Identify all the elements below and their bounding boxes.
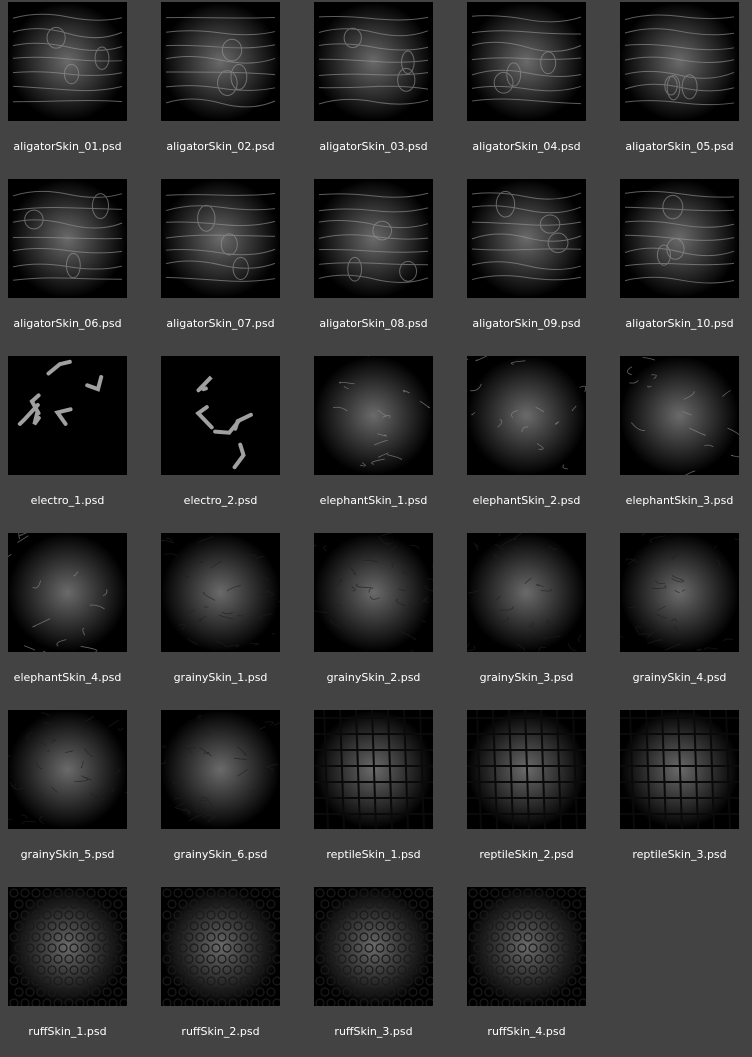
file-item[interactable]: grainySkin_3.psd [459,531,612,708]
texture-thumbnail-icon[interactable] [314,179,433,298]
file-item[interactable]: aligatorSkin_07.psd [153,177,306,354]
file-item[interactable]: reptileSkin_3.psd [612,708,752,885]
file-item[interactable]: reptileSkin_1.psd [306,708,459,885]
file-item[interactable]: aligatorSkin_10.psd [612,177,752,354]
file-name-label: ruffSkin_2.psd [181,1025,260,1038]
file-name-label: grainySkin_3.psd [479,671,574,684]
file-item[interactable]: ruffSkin_1.psd [0,885,153,1057]
file-item[interactable]: aligatorSkin_02.psd [153,0,306,177]
file-item[interactable]: aligatorSkin_06.psd [0,177,153,354]
file-name-label: aligatorSkin_04.psd [472,140,581,153]
file-name-label: aligatorSkin_10.psd [625,317,734,330]
texture-thumbnail-icon[interactable] [161,2,280,121]
file-name-label: grainySkin_4.psd [632,671,727,684]
texture-thumbnail-icon[interactable] [8,179,127,298]
file-name-label: aligatorSkin_09.psd [472,317,581,330]
texture-thumbnail-icon[interactable] [8,356,127,475]
file-item[interactable]: reptileSkin_2.psd [459,708,612,885]
file-name-label: aligatorSkin_02.psd [166,140,275,153]
texture-thumbnail-icon[interactable] [314,887,433,1006]
texture-thumbnail-icon[interactable] [467,710,586,829]
file-name-label: ruffSkin_4.psd [487,1025,566,1038]
file-item[interactable]: aligatorSkin_03.psd [306,0,459,177]
texture-thumbnail-icon[interactable] [314,2,433,121]
texture-thumbnail-icon[interactable] [314,710,433,829]
file-name-label: electro_2.psd [183,494,258,507]
file-name-label: electro_1.psd [30,494,105,507]
file-item[interactable]: grainySkin_4.psd [612,531,752,708]
texture-thumbnail-icon[interactable] [620,533,739,652]
texture-thumbnail-icon[interactable] [8,887,127,1006]
texture-thumbnail-icon[interactable] [161,356,280,475]
file-item[interactable]: ruffSkin_3.psd [306,885,459,1057]
texture-thumbnail-icon[interactable] [161,887,280,1006]
texture-thumbnail-icon[interactable] [314,533,433,652]
texture-thumbnail-icon[interactable] [467,2,586,121]
file-item[interactable]: electro_1.psd [0,354,153,531]
texture-thumbnail-icon[interactable] [620,710,739,829]
texture-thumbnail-icon[interactable] [467,179,586,298]
file-item[interactable]: elephantSkin_3.psd [612,354,752,531]
file-name-label: ruffSkin_3.psd [334,1025,413,1038]
texture-thumbnail-icon[interactable] [8,710,127,829]
texture-thumbnail-icon[interactable] [620,179,739,298]
file-name-label: reptileSkin_3.psd [632,848,727,861]
texture-thumbnail-icon[interactable] [467,356,586,475]
texture-thumbnail-icon[interactable] [620,356,739,475]
file-name-label: aligatorSkin_08.psd [319,317,428,330]
file-name-label: elephantSkin_1.psd [319,494,428,507]
file-name-label: aligatorSkin_06.psd [13,317,122,330]
file-item[interactable]: grainySkin_2.psd [306,531,459,708]
file-item[interactable]: aligatorSkin_04.psd [459,0,612,177]
texture-thumbnail-icon[interactable] [314,356,433,475]
file-name-label: elephantSkin_3.psd [625,494,734,507]
file-item[interactable]: aligatorSkin_09.psd [459,177,612,354]
file-item[interactable]: electro_2.psd [153,354,306,531]
file-item[interactable]: elephantSkin_1.psd [306,354,459,531]
file-name-label: aligatorSkin_07.psd [166,317,275,330]
file-name-label: grainySkin_5.psd [20,848,115,861]
texture-thumbnail-icon[interactable] [161,710,280,829]
file-thumbnail-grid: aligatorSkin_01.psd aligatorSkin_02.psd al… [0,0,752,1057]
file-item[interactable]: ruffSkin_4.psd [459,885,612,1057]
file-name-label: elephantSkin_4.psd [13,671,122,684]
file-item[interactable]: aligatorSkin_08.psd [306,177,459,354]
texture-thumbnail-icon[interactable] [161,533,280,652]
file-name-label: ruffSkin_1.psd [28,1025,107,1038]
file-item[interactable]: elephantSkin_4.psd [0,531,153,708]
file-name-label: aligatorSkin_01.psd [13,140,122,153]
texture-thumbnail-icon[interactable] [467,887,586,1006]
file-name-label: grainySkin_1.psd [173,671,268,684]
file-item[interactable]: grainySkin_1.psd [153,531,306,708]
file-name-label: elephantSkin_2.psd [472,494,581,507]
texture-thumbnail-icon[interactable] [161,179,280,298]
file-name-label: reptileSkin_2.psd [479,848,574,861]
file-name-label: grainySkin_6.psd [173,848,268,861]
file-item[interactable]: aligatorSkin_01.psd [0,0,153,177]
file-name-label: aligatorSkin_05.psd [625,140,734,153]
texture-thumbnail-icon[interactable] [8,2,127,121]
file-item[interactable]: elephantSkin_2.psd [459,354,612,531]
file-name-label: aligatorSkin_03.psd [319,140,428,153]
texture-thumbnail-icon[interactable] [467,533,586,652]
file-name-label: reptileSkin_1.psd [326,848,421,861]
file-item[interactable]: aligatorSkin_05.psd [612,0,752,177]
texture-thumbnail-icon[interactable] [620,2,739,121]
file-item[interactable]: grainySkin_6.psd [153,708,306,885]
file-item[interactable]: grainySkin_5.psd [0,708,153,885]
file-item[interactable]: ruffSkin_2.psd [153,885,306,1057]
texture-thumbnail-icon[interactable] [8,533,127,652]
file-name-label: grainySkin_2.psd [326,671,421,684]
